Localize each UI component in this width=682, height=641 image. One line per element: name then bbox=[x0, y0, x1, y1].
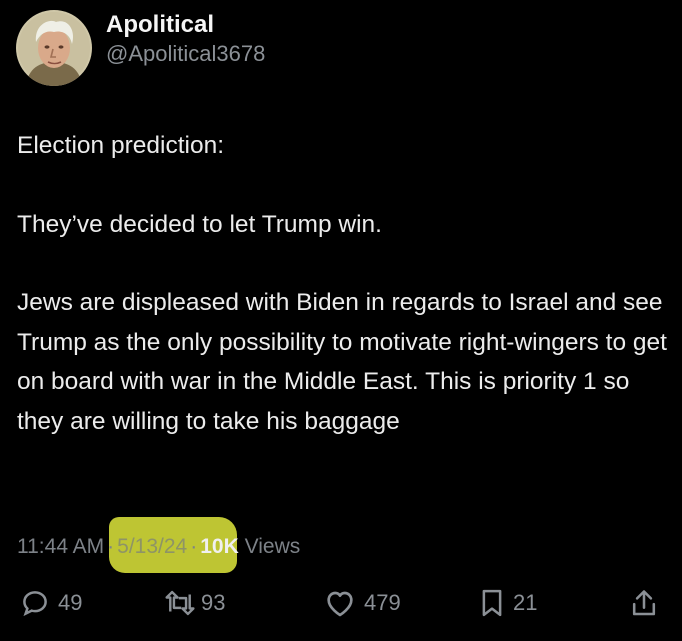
meta-separator: · bbox=[107, 535, 115, 558]
tweet-actions-bar: 49 93 479 21 bbox=[0, 588, 682, 628]
meta-separator: · bbox=[190, 535, 198, 558]
repost-count: 93 bbox=[201, 590, 226, 615]
repost-icon bbox=[165, 590, 195, 616]
like-count: 479 bbox=[364, 590, 401, 615]
tweet-paragraph: They’ve decided to let Trump win. bbox=[17, 210, 382, 238]
portrait-avatar-icon bbox=[16, 10, 92, 86]
heart-icon bbox=[327, 591, 353, 617]
tweet-paragraph: Election prediction: bbox=[17, 132, 225, 159]
reply-icon bbox=[23, 591, 47, 617]
share-button[interactable] bbox=[630, 588, 658, 618]
reply-button[interactable]: 49 bbox=[20, 588, 82, 618]
bookmark-icon bbox=[482, 589, 502, 617]
reply-count: 49 bbox=[58, 590, 83, 615]
views-label: Views bbox=[244, 535, 301, 558]
repost-button[interactable]: 93 bbox=[163, 588, 225, 618]
tweet-text: Election prediction: They’ve decided to … bbox=[17, 126, 672, 441]
tweet-time[interactable]: 11:44 AM bbox=[17, 535, 104, 558]
author-names: Apolitical @Apolitical3678 bbox=[106, 10, 265, 68]
user-handle[interactable]: @Apolitical3678 bbox=[106, 40, 265, 68]
views-count[interactable]: 10K bbox=[200, 535, 239, 558]
tweet-paragraph: Jews are displeased with Biden in regard… bbox=[17, 289, 667, 435]
tweet-header: Apolitical @Apolitical3678 bbox=[16, 10, 265, 86]
bookmark-count: 21 bbox=[513, 590, 538, 615]
avatar[interactable] bbox=[16, 10, 92, 86]
display-name[interactable]: Apolitical bbox=[106, 10, 265, 40]
tweet-meta: 11:44 AM · 5/13/24 · 10K Views bbox=[17, 531, 300, 563]
bookmark-button[interactable]: 21 bbox=[479, 588, 537, 618]
share-icon bbox=[632, 590, 656, 616]
like-button[interactable]: 479 bbox=[324, 588, 401, 618]
tweet-date[interactable]: 5/13/24 bbox=[117, 535, 187, 558]
